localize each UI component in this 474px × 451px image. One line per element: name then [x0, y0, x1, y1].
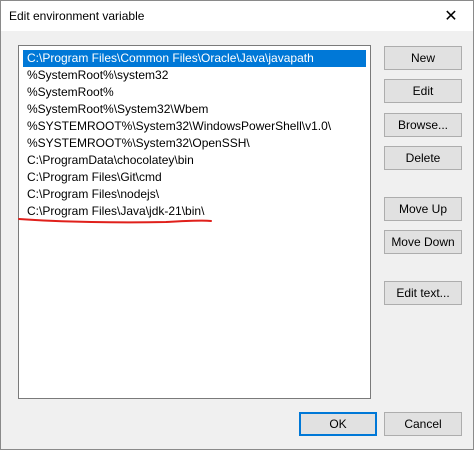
path-list[interactable]: C:\Program Files\Common Files\Oracle\Jav…: [18, 45, 371, 399]
cancel-button[interactable]: Cancel: [384, 412, 462, 436]
list-item[interactable]: %SystemRoot%: [23, 84, 366, 101]
move-down-button[interactable]: Move Down: [384, 230, 462, 254]
dialog-title: Edit environment variable: [9, 9, 145, 23]
edit-env-variable-dialog: Edit environment variable ✕ C:\Program F…: [0, 0, 474, 450]
list-item[interactable]: C:\Program Files\Common Files\Oracle\Jav…: [23, 50, 366, 67]
list-item[interactable]: %SystemRoot%\System32\Wbem: [23, 101, 366, 118]
list-item[interactable]: C:\Program Files\nodejs\: [23, 186, 366, 203]
close-icon[interactable]: ✕: [429, 1, 473, 31]
move-up-button[interactable]: Move Up: [384, 197, 462, 221]
list-item[interactable]: C:\Program Files\Java\jdk-21\bin\: [23, 203, 366, 220]
title-bar: Edit environment variable ✕: [1, 1, 473, 31]
browse-button[interactable]: Browse...: [384, 113, 462, 137]
list-item[interactable]: C:\Program Files\Git\cmd: [23, 169, 366, 186]
edit-text-button[interactable]: Edit text...: [384, 281, 462, 305]
new-button[interactable]: New: [384, 46, 462, 70]
ok-button[interactable]: OK: [299, 412, 377, 436]
list-item[interactable]: %SystemRoot%\system32: [23, 67, 366, 84]
edit-button[interactable]: Edit: [384, 79, 462, 103]
list-item[interactable]: %SYSTEMROOT%\System32\OpenSSH\: [23, 135, 366, 152]
list-item[interactable]: %SYSTEMROOT%\System32\WindowsPowerShell\…: [23, 118, 366, 135]
delete-button[interactable]: Delete: [384, 146, 462, 170]
list-item[interactable]: C:\ProgramData\chocolatey\bin: [23, 152, 366, 169]
